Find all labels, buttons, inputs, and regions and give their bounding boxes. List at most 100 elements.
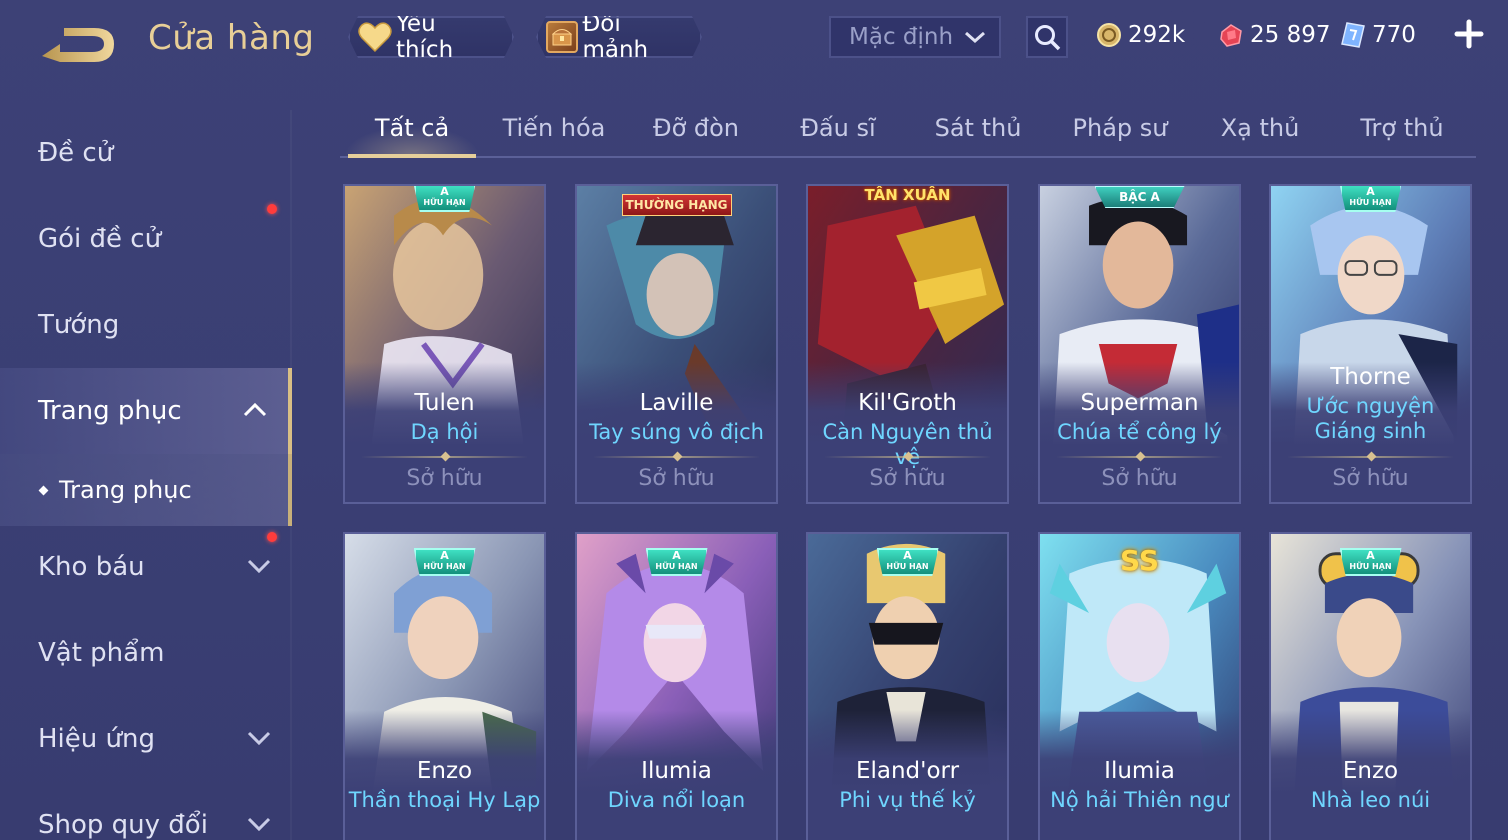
- sidebar-item-recommended[interactable]: Đề cử: [0, 110, 292, 196]
- sidebar-item-heroes[interactable]: Tướng: [0, 282, 292, 368]
- hero-name: Thorne: [1330, 364, 1411, 390]
- skin-name: Tay súng vô địch: [589, 420, 764, 444]
- tab-label: Đấu sĩ: [800, 114, 876, 142]
- skin-card[interactable]: A HỮU HẠN Ilumia Diva nổi loạn: [575, 532, 778, 840]
- ruby-icon: [1220, 24, 1242, 47]
- notification-dot: [267, 532, 277, 542]
- limited-a-badge: A HỮU HẠN: [645, 548, 708, 576]
- search-button[interactable]: [1026, 16, 1068, 58]
- sidebar-subitem-label: Trang phục: [59, 476, 192, 504]
- voucher-icon: [1341, 22, 1365, 48]
- skin-name: Nộ hải Thiên ngư: [1050, 788, 1229, 812]
- badge-rank-text: A: [1366, 549, 1375, 562]
- chevron-down-icon: [965, 31, 985, 44]
- skin-card[interactable]: THƯỜNG HẠNG Laville Tay súng vô địch Sở …: [575, 184, 778, 504]
- sidebar-item-exchange-shop[interactable]: Shop quy đổi: [0, 782, 292, 840]
- gold-amount: 292k: [1128, 22, 1186, 48]
- voucher-balance: 770: [1340, 20, 1416, 50]
- chevron-down-icon: [247, 731, 271, 746]
- hero-name: Eland'orr: [855, 758, 960, 784]
- sidebar-item-items[interactable]: Vật phẩm: [0, 610, 292, 696]
- tab-support[interactable]: Trợ thủ: [1334, 100, 1470, 156]
- sidebar-item-label: Trang phục: [38, 396, 182, 426]
- owned-status: Sở hữu: [406, 466, 483, 491]
- limited-a-badge: A HỮU HẠN: [413, 185, 476, 212]
- skin-name: Ước nguyện Giáng sinh: [1306, 394, 1435, 443]
- limited-a-badge: A HỮU HẠN: [1339, 548, 1402, 576]
- tab-fighter[interactable]: Đấu sĩ: [770, 100, 906, 156]
- event-badge: TÂN XUÂN: [864, 186, 951, 204]
- skin-card[interactable]: A HỮU HẠN Enzo Thần thoại Hy Lạp: [343, 532, 546, 840]
- skin-card[interactable]: SS Ilumia Nộ hải Thiên ngư: [1038, 532, 1241, 840]
- ruby-amount: 25 897: [1250, 22, 1331, 48]
- tab-marksman[interactable]: Xạ thủ: [1192, 100, 1328, 156]
- tab-evolution[interactable]: Tiến hóa: [486, 100, 622, 156]
- card-separator: [1056, 456, 1223, 458]
- sidebar-item-treasure[interactable]: Kho báu: [0, 524, 292, 610]
- exchange-label: Đổi mảnh: [582, 11, 649, 63]
- sidebar-item-label: Tướng: [38, 310, 120, 340]
- search-icon: [1035, 25, 1061, 51]
- skin-card[interactable]: TÂN XUÂN Kil'Groth Càn Nguyên thủ vệ Sở …: [806, 184, 1009, 504]
- badge-rank-text: A: [440, 549, 449, 562]
- hero-name: Enzo: [1342, 758, 1399, 784]
- chevron-down-icon: [247, 559, 271, 574]
- add-currency-icon[interactable]: [1454, 18, 1484, 50]
- sidebar-item-label: Gói đề cử: [38, 224, 162, 254]
- sidebar-item-label: Shop quy đổi: [38, 810, 208, 840]
- owned-status: Sở hữu: [1332, 466, 1409, 491]
- skin-card[interactable]: A HỮU HẠN Thorne Ước nguyện Giáng sinh Sở…: [1269, 184, 1472, 504]
- sidebar-subitem-skins[interactable]: Trang phục: [0, 454, 292, 526]
- tab-mage[interactable]: Pháp sư: [1052, 100, 1188, 156]
- tab-all[interactable]: Tất cả: [344, 100, 480, 158]
- badge-limited-text: HỮU HẠN: [886, 562, 929, 571]
- chevron-up-icon: [243, 402, 267, 417]
- tab-assassin[interactable]: Sát thủ: [910, 100, 1046, 156]
- bullet-diamond-icon: [38, 485, 49, 495]
- hero-name: Superman: [1080, 390, 1199, 416]
- sidebar-item-effects[interactable]: Hiệu ứng: [0, 696, 292, 782]
- limited-a-badge: A HỮU HẠN: [1339, 186, 1402, 212]
- gold-balance: 292k: [1096, 20, 1185, 50]
- hero-name: Kil'Groth: [858, 390, 957, 416]
- badge-limited-text: HỮU HẠN: [1349, 198, 1392, 207]
- badge-limited-text: HỮU HẠN: [423, 562, 466, 571]
- owned-status: Sở hữu: [1101, 466, 1178, 491]
- skin-card[interactable]: A HỮU HẠN Eland'orr Phi vụ thế kỷ: [806, 532, 1009, 840]
- skin-card[interactable]: A HỮU HẠN Tulen Dạ hội Sở hữu: [343, 184, 546, 504]
- notification-dot: [267, 204, 277, 214]
- hero-name: Enzo: [416, 758, 473, 784]
- tab-tank[interactable]: Đỡ đòn: [628, 100, 764, 156]
- badge-rank-text: A: [903, 549, 912, 562]
- skin-card[interactable]: A HỮU HẠN Enzo Nhà leo núi: [1269, 532, 1472, 840]
- sort-dropdown[interactable]: Mặc định: [829, 16, 1001, 58]
- skin-name: Chúa tể công lý: [1057, 420, 1222, 444]
- tab-label: Tất cả: [374, 114, 450, 142]
- tab-label: Sát thủ: [934, 114, 1022, 142]
- treasure-chest-icon: [546, 21, 578, 53]
- tab-label: Đỡ đòn: [652, 114, 740, 142]
- sidebar-item-label: Hiệu ứng: [38, 724, 155, 754]
- skin-card[interactable]: BẬC A Superman Chúa tể công lý Sở hữu: [1038, 184, 1241, 504]
- badge-rank-text: A: [672, 549, 681, 562]
- favorites-button[interactable]: Yêu thích: [348, 16, 514, 58]
- sidebar-item-skins[interactable]: Trang phục: [0, 368, 292, 454]
- ranked-badge: THƯỜNG HẠNG: [621, 194, 732, 216]
- skin-name: Thần thoại Hy Lạp: [348, 788, 541, 812]
- back-arrow-icon[interactable]: [38, 22, 118, 66]
- skin-grid: A HỮU HẠN Tulen Dạ hội Sở hữu THƯỜNG HẠNG…: [343, 184, 1473, 840]
- badge-limited-text: HỮU HẠN: [655, 562, 698, 571]
- owned-status: Sở hữu: [869, 466, 946, 491]
- tab-label: Pháp sư: [1072, 114, 1168, 142]
- voucher-amount: 770: [1372, 22, 1416, 48]
- ss-vip-badge: SS: [1119, 544, 1160, 577]
- sidebar-item-label: Đề cử: [38, 138, 114, 168]
- badge-rank-text: A: [440, 185, 449, 198]
- hero-name: Ilumia: [1104, 758, 1175, 784]
- shard-exchange-button[interactable]: Đổi mảnh: [536, 16, 702, 58]
- ruby-balance: 25 897: [1218, 20, 1330, 50]
- sort-value: Mặc định: [849, 24, 954, 50]
- sidebar-item-recommended-packs[interactable]: Gói đề cử: [0, 196, 292, 282]
- sidebar-item-label: Vật phẩm: [38, 638, 165, 668]
- limited-a-badge: A HỮU HẠN: [413, 548, 476, 576]
